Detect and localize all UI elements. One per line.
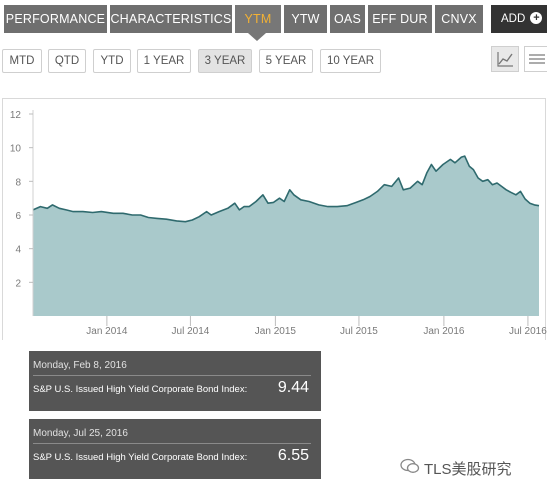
- table-icon: [529, 54, 545, 64]
- tooltip-date: Monday, Jul 25, 2016: [33, 428, 128, 439]
- watermark: TLS美股研究: [400, 458, 512, 479]
- tooltip-feb-2016: Monday, Feb 8, 2016 S&P U.S. Issued High…: [29, 351, 321, 411]
- tooltip-series-label: S&P U.S. Issued High Yield Corporate Bon…: [33, 452, 248, 463]
- period-ytd[interactable]: YTD: [93, 49, 131, 73]
- x-tick-label: Jul 2015: [340, 326, 378, 337]
- plus-circle-icon: +: [530, 11, 543, 24]
- tab-ytm[interactable]: YTM: [235, 5, 281, 33]
- period-mtd[interactable]: MTD: [2, 49, 42, 73]
- period-1-year[interactable]: 1 YEAR: [137, 49, 191, 73]
- tooltip-series-label: S&P U.S. Issued High Yield Corporate Bon…: [33, 384, 248, 395]
- add-button-label: ADD: [501, 13, 526, 25]
- x-tick-label: Jan 2015: [255, 326, 297, 337]
- period-3-year[interactable]: 3 YEAR: [198, 49, 252, 73]
- x-tick-label: Jan 2014: [86, 326, 128, 337]
- tooltip-divider: [33, 443, 311, 444]
- y-tick-label: 2: [15, 278, 21, 289]
- chart-view-button[interactable]: [491, 46, 519, 72]
- period-5-year[interactable]: 5 YEAR: [259, 49, 313, 73]
- tooltip-divider: [33, 375, 311, 376]
- y-tick-label: 10: [10, 144, 22, 155]
- series-area: [33, 156, 539, 316]
- x-tick-label: Jul 2016: [509, 326, 547, 337]
- wechat-icon: [400, 458, 420, 478]
- tooltip-jul-2016: Monday, Jul 25, 2016 S&P U.S. Issued Hig…: [29, 419, 321, 479]
- tab-ytw[interactable]: YTW: [284, 5, 327, 33]
- y-tick-label: 8: [15, 177, 21, 188]
- tab-performance[interactable]: PERFORMANCE: [4, 5, 107, 33]
- line-chart-icon: [497, 52, 513, 67]
- add-button[interactable]: ADD +: [491, 5, 547, 33]
- ytm-chart: 2 4 6 8 10 12 Jan 2014 Jul 2014 Jan 2015 Jul 2015…: [10, 110, 547, 337]
- period-qtd[interactable]: QTD: [48, 49, 86, 73]
- tab-eff-dur[interactable]: EFF DUR: [368, 5, 432, 33]
- table-view-button[interactable]: [524, 46, 547, 72]
- tooltip-value: 6.55: [277, 447, 309, 464]
- y-tick-label: 6: [15, 211, 21, 222]
- tab-characteristics[interactable]: CHARACTERISTICS: [110, 5, 232, 33]
- active-tab-pointer: [248, 33, 266, 41]
- watermark-text: TLS美股研究: [424, 461, 512, 478]
- tooltip-date: Monday, Feb 8, 2016: [33, 360, 127, 371]
- tab-oas[interactable]: OAS: [330, 5, 365, 33]
- tooltip-value: 9.44: [277, 379, 309, 396]
- y-tick-label: 12: [10, 110, 22, 121]
- tab-cnvx[interactable]: CNVX: [435, 5, 483, 33]
- x-tick-label: Jan 2016: [423, 326, 465, 337]
- tab-bar: PERFORMANCE CHARACTERISTICS YTM YTW OAS …: [0, 0, 547, 41]
- x-tick-label: Jul 2014: [172, 326, 210, 337]
- period-10-year[interactable]: 10 YEAR: [320, 49, 381, 73]
- y-tick-label: 4: [15, 245, 21, 256]
